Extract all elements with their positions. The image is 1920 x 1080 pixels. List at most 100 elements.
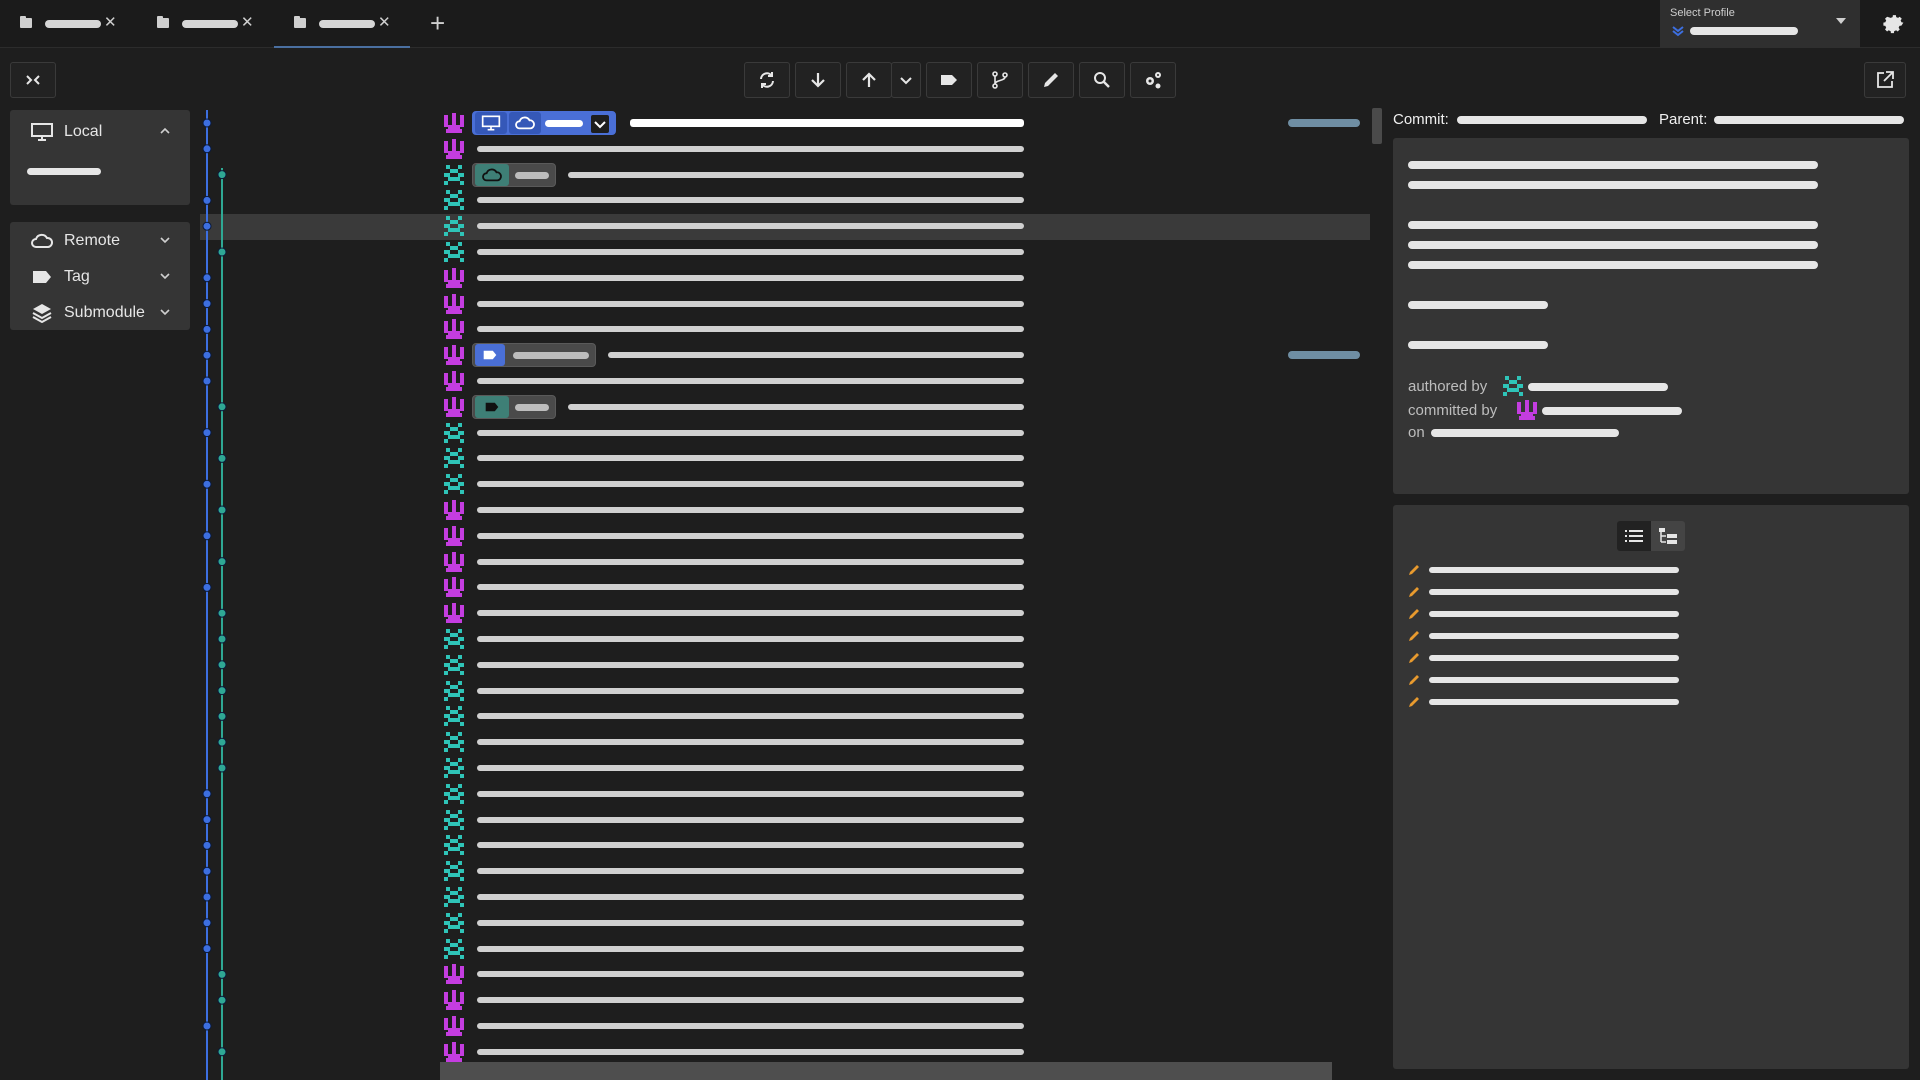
commit-row[interactable] <box>440 626 1040 652</box>
commit-row[interactable] <box>440 987 1040 1013</box>
commit-node[interactable] <box>202 195 212 205</box>
commit-row[interactable] <box>440 574 1040 600</box>
gear-icon[interactable] <box>1882 12 1906 36</box>
commit-node[interactable] <box>202 918 212 928</box>
changed-file-item[interactable] <box>1407 649 1707 667</box>
commit-row[interactable] <box>440 600 1040 626</box>
commit-row[interactable] <box>440 187 1040 213</box>
commit-row[interactable] <box>440 755 1040 781</box>
commit-row[interactable] <box>440 936 1040 962</box>
commit-node[interactable] <box>217 995 227 1005</box>
commit-node[interactable] <box>217 634 227 644</box>
commit-row[interactable] <box>440 136 1040 162</box>
changed-file-item[interactable] <box>1407 627 1707 645</box>
commit-node[interactable] <box>202 479 212 489</box>
changed-file-item[interactable] <box>1407 693 1707 711</box>
profile-select[interactable]: Select Profile <box>1660 0 1860 48</box>
sidebar-item-local[interactable]: Local <box>10 115 190 149</box>
commit-row[interactable] <box>440 497 1040 523</box>
commit-node[interactable] <box>202 531 212 541</box>
commit-row[interactable] <box>440 549 1040 575</box>
chevron-down-icon[interactable] <box>591 115 609 133</box>
commit-node[interactable] <box>202 944 212 954</box>
local-branch-item[interactable] <box>27 168 101 175</box>
commit-node[interactable] <box>217 686 227 696</box>
commit-node[interactable] <box>202 376 212 386</box>
commit-node[interactable] <box>202 582 212 592</box>
commit-node[interactable] <box>202 324 212 334</box>
commit-node[interactable] <box>217 660 227 670</box>
commit-node[interactable] <box>217 737 227 747</box>
new-tab-button[interactable]: + <box>430 8 445 38</box>
commit-node[interactable] <box>202 144 212 154</box>
push-button[interactable] <box>846 62 892 98</box>
edit-button[interactable] <box>1028 62 1074 98</box>
changed-file-item[interactable] <box>1407 583 1707 601</box>
tag-button[interactable] <box>926 62 972 98</box>
commit-node[interactable] <box>217 247 227 257</box>
commit-row[interactable] <box>440 420 1040 446</box>
commit-node[interactable] <box>202 1021 212 1031</box>
changed-file-item[interactable] <box>1407 671 1707 689</box>
commit-node[interactable] <box>217 763 227 773</box>
commit-row[interactable] <box>440 832 1040 858</box>
commit-node[interactable] <box>217 608 227 618</box>
sidebar-item-submodule[interactable]: Submodule <box>10 296 190 330</box>
commit-row[interactable] <box>440 652 1040 678</box>
commit-node[interactable] <box>217 170 227 180</box>
commit-node[interactable] <box>202 273 212 283</box>
push-options-button[interactable] <box>891 62 921 98</box>
commit-node[interactable] <box>217 1047 227 1057</box>
commit-row[interactable] <box>440 884 1040 910</box>
repo-tab-2[interactable]: ✕ <box>137 0 273 48</box>
commit-row[interactable] <box>440 678 1040 704</box>
commit-row[interactable] <box>440 445 1040 471</box>
collapse-sidebar-button[interactable] <box>10 62 56 98</box>
commit-row[interactable] <box>440 781 1040 807</box>
close-icon[interactable]: ✕ <box>378 14 391 32</box>
commit-node[interactable] <box>217 969 227 979</box>
commit-row[interactable] <box>440 213 1040 239</box>
commit-node[interactable] <box>217 711 227 721</box>
search-button[interactable] <box>1079 62 1125 98</box>
repo-tab-3[interactable]: ✕ <box>274 0 410 48</box>
commit-hash[interactable] <box>1457 116 1647 124</box>
open-external-button[interactable] <box>1864 62 1906 98</box>
tree-view-toggle[interactable] <box>1651 521 1685 551</box>
commit-row[interactable] <box>440 1039 1040 1065</box>
commit-row[interactable] <box>440 316 1040 342</box>
pull-button[interactable] <box>795 62 841 98</box>
repo-tab-1[interactable]: ✕ <box>0 0 136 48</box>
list-view-toggle[interactable] <box>1617 521 1651 551</box>
commit-node[interactable] <box>217 505 227 515</box>
remote-branch-ref[interactable] <box>472 162 556 187</box>
commit-row[interactable] <box>440 523 1040 549</box>
commit-node[interactable] <box>202 428 212 438</box>
parent-hash[interactable] <box>1714 116 1904 124</box>
repo-settings-button[interactable] <box>1130 62 1176 98</box>
commit-node[interactable] <box>202 221 212 231</box>
commit-node[interactable] <box>202 892 212 902</box>
commit-row[interactable] <box>440 858 1040 884</box>
commit-node[interactable] <box>202 299 212 309</box>
commit-node[interactable] <box>202 840 212 850</box>
commit-row[interactable] <box>440 910 1040 936</box>
commit-row[interactable] <box>440 729 1040 755</box>
commit-node[interactable] <box>202 866 212 876</box>
sidebar-item-remote[interactable]: Remote <box>10 224 190 258</box>
commit-row[interactable] <box>440 961 1040 987</box>
commit-row[interactable] <box>440 1013 1040 1039</box>
commit-row[interactable] <box>440 239 1040 265</box>
commit-row[interactable] <box>440 162 1040 188</box>
changed-file-item[interactable] <box>1407 605 1707 623</box>
commit-node[interactable] <box>217 402 227 412</box>
head-branch-ref[interactable] <box>472 111 616 135</box>
commit-row[interactable] <box>440 110 1360 136</box>
commit-node[interactable] <box>217 557 227 567</box>
close-icon[interactable]: ✕ <box>104 14 117 32</box>
commit-row[interactable] <box>440 807 1040 833</box>
commit-node[interactable] <box>202 350 212 360</box>
commit-row[interactable] <box>440 703 1040 729</box>
commit-node[interactable] <box>202 815 212 825</box>
commit-node[interactable] <box>202 789 212 799</box>
